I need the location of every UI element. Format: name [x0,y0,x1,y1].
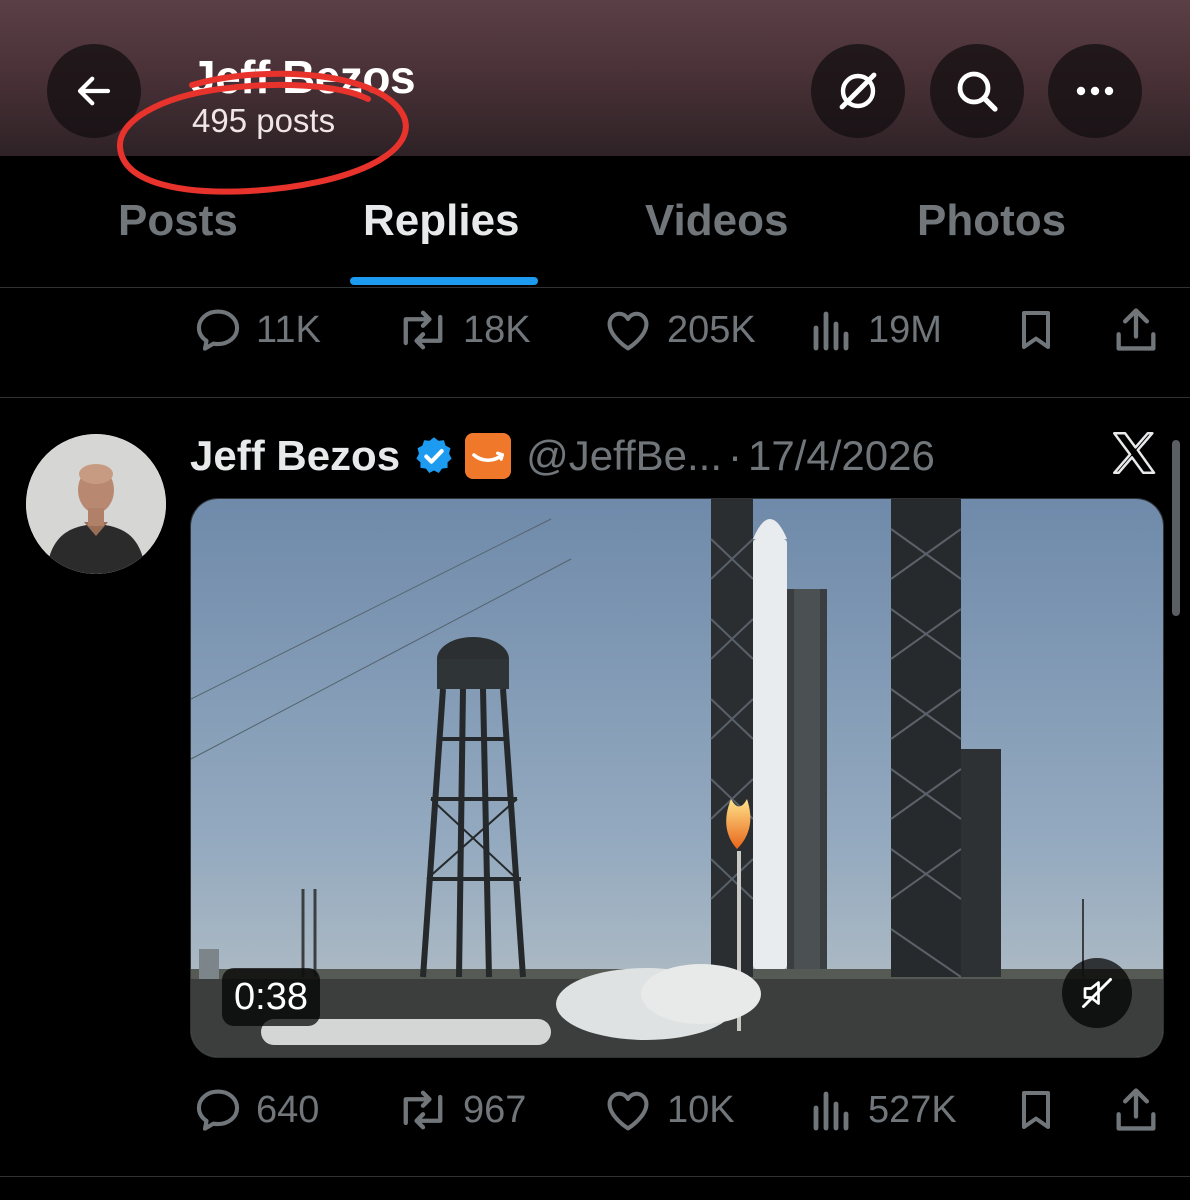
like-button[interactable]: 205K [601,285,756,375]
author-name[interactable]: Jeff Bezos [190,432,400,480]
bookmark-button[interactable] [1012,285,1060,375]
tweet-actions: 640 967 10K 527K [0,1065,1190,1155]
repost-button[interactable]: 967 [395,1065,526,1155]
views-button[interactable]: 527K [808,1065,957,1155]
reply-button[interactable]: 11K [192,285,321,375]
active-tab-indicator [350,277,538,285]
repost-icon [403,310,443,350]
grok-button[interactable] [811,44,905,138]
repost-icon [403,1090,443,1130]
like-count: 10K [667,1088,735,1131]
heart-icon [607,311,649,351]
tab-videos[interactable]: Videos [645,196,788,246]
tweet-header: Jeff Bezos @JeffBe... · 17/4/2026 [190,428,935,484]
search-icon [957,71,998,112]
share-icon [1116,308,1156,351]
like-count: 205K [667,308,756,351]
scrollbar[interactable] [1172,440,1180,616]
views-icon [813,311,849,351]
repost-count: 18K [463,308,531,351]
bookmark-icon [1022,311,1050,349]
tab-replies[interactable]: Replies [363,196,520,246]
avatar-photo [26,434,166,574]
profile-header: Jeff Bezos 495 posts [0,0,1190,195]
tab-posts[interactable]: Posts [118,196,238,246]
more-button[interactable] [1048,44,1142,138]
tab-photos[interactable]: Photos [917,196,1066,246]
post-divider [0,397,1190,398]
grok-icon [839,72,877,110]
amazon-logo-icon [465,433,512,479]
profile-tabs: Posts Replies Videos Photos [0,156,1190,288]
reply-icon [196,309,240,351]
share-icon [1116,1088,1156,1131]
reply-button[interactable]: 640 [192,1065,319,1155]
views-button[interactable]: 19M [808,285,942,375]
repost-count: 967 [463,1088,527,1131]
more-icon [1076,86,1114,96]
mute-button[interactable] [1062,958,1132,1028]
share-button[interactable] [1110,1065,1162,1155]
views-count: 19M [868,308,942,351]
post-divider [0,1176,1190,1177]
post-date[interactable]: 17/4/2026 [748,432,935,480]
bookmark-icon [1022,1091,1050,1129]
views-count: 527K [868,1088,957,1131]
verified-badge-icon [416,437,452,474]
views-icon [813,1091,849,1131]
reply-count: 640 [256,1088,320,1131]
author-handle[interactable]: @JeffBe... [526,432,722,480]
heart-icon [607,1091,649,1131]
share-button[interactable] [1110,285,1162,375]
reply-icon [196,1089,240,1131]
video-frame [191,499,1163,1057]
reply-count: 11K [256,308,321,351]
like-button[interactable]: 10K [601,1065,735,1155]
video-player[interactable] [190,498,1164,1058]
x-logo-icon [1113,431,1156,475]
previous-post-actions: 11K 18K 205K 19M [0,285,1190,375]
speaker-muted-icon [1082,978,1112,1008]
avatar[interactable] [26,434,166,574]
bookmark-button[interactable] [1012,1065,1060,1155]
search-button[interactable] [930,44,1024,138]
repost-button[interactable]: 18K [395,285,531,375]
video-duration: 0:38 [222,968,320,1026]
separator-dot: · [728,432,743,479]
